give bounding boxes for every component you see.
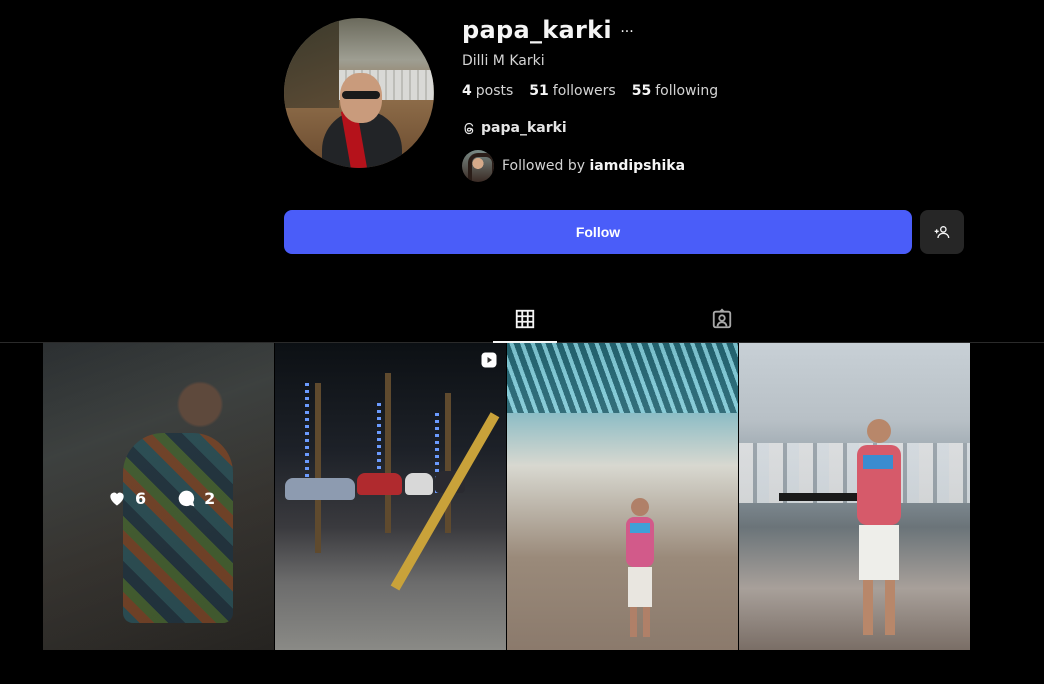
followers-label: followers	[552, 83, 616, 99]
followers-stat[interactable]: 51 followers	[529, 83, 615, 99]
posts-stat: 4 posts	[462, 83, 513, 99]
more-options-button[interactable]: ···	[618, 20, 636, 44]
followed-by[interactable]: Followed by iamdipshika	[462, 150, 685, 182]
profile-tabs	[0, 296, 1044, 343]
post-hover-stats: 6 2	[107, 488, 215, 508]
posts-label: posts	[475, 83, 514, 99]
likes-count: 6	[135, 488, 147, 508]
followers-count: 51	[529, 83, 549, 99]
profile-avatar[interactable]	[284, 18, 434, 168]
suggested-accounts-button[interactable]	[920, 210, 964, 254]
tagged-user-icon	[712, 308, 732, 329]
post-tile[interactable]: 6 2	[43, 343, 274, 650]
add-person-icon	[934, 226, 950, 239]
threads-link[interactable]: papa_karki	[462, 120, 567, 136]
profile-stats: 4 posts 51 followers 55 following	[462, 83, 718, 99]
follow-button[interactable]: Follow	[284, 210, 912, 254]
threads-icon	[464, 122, 474, 134]
following-label: following	[655, 83, 719, 99]
followed-by-user: iamdipshika	[589, 158, 686, 174]
post-tile[interactable]	[507, 343, 738, 650]
following-stat[interactable]: 55 following	[632, 83, 718, 99]
profile-username: papa_karki	[462, 16, 612, 44]
post-tile[interactable]	[739, 343, 970, 650]
comments-stat: 2	[176, 488, 215, 508]
reel-icon	[481, 352, 497, 368]
posts-grid: 6 2	[43, 343, 970, 650]
post-tile[interactable]	[275, 343, 506, 650]
threads-handle: papa_karki	[481, 120, 567, 136]
grid-icon	[515, 309, 535, 329]
tab-posts[interactable]	[493, 296, 557, 343]
followed-by-text: Followed by iamdipshika	[502, 158, 686, 174]
follower-avatar	[462, 150, 494, 182]
tab-tagged[interactable]	[690, 296, 754, 342]
profile-page: papa_karki ··· Dilli M Karki 4 posts 51 fo…	[0, 0, 1044, 684]
following-count: 55	[631, 83, 652, 99]
likes-stat: 6	[107, 488, 146, 508]
profile-full-name: Dilli M Karki	[462, 53, 545, 69]
comment-icon	[178, 490, 195, 507]
posts-count: 4	[462, 83, 472, 99]
heart-icon	[110, 492, 124, 506]
comments-count: 2	[204, 488, 216, 508]
